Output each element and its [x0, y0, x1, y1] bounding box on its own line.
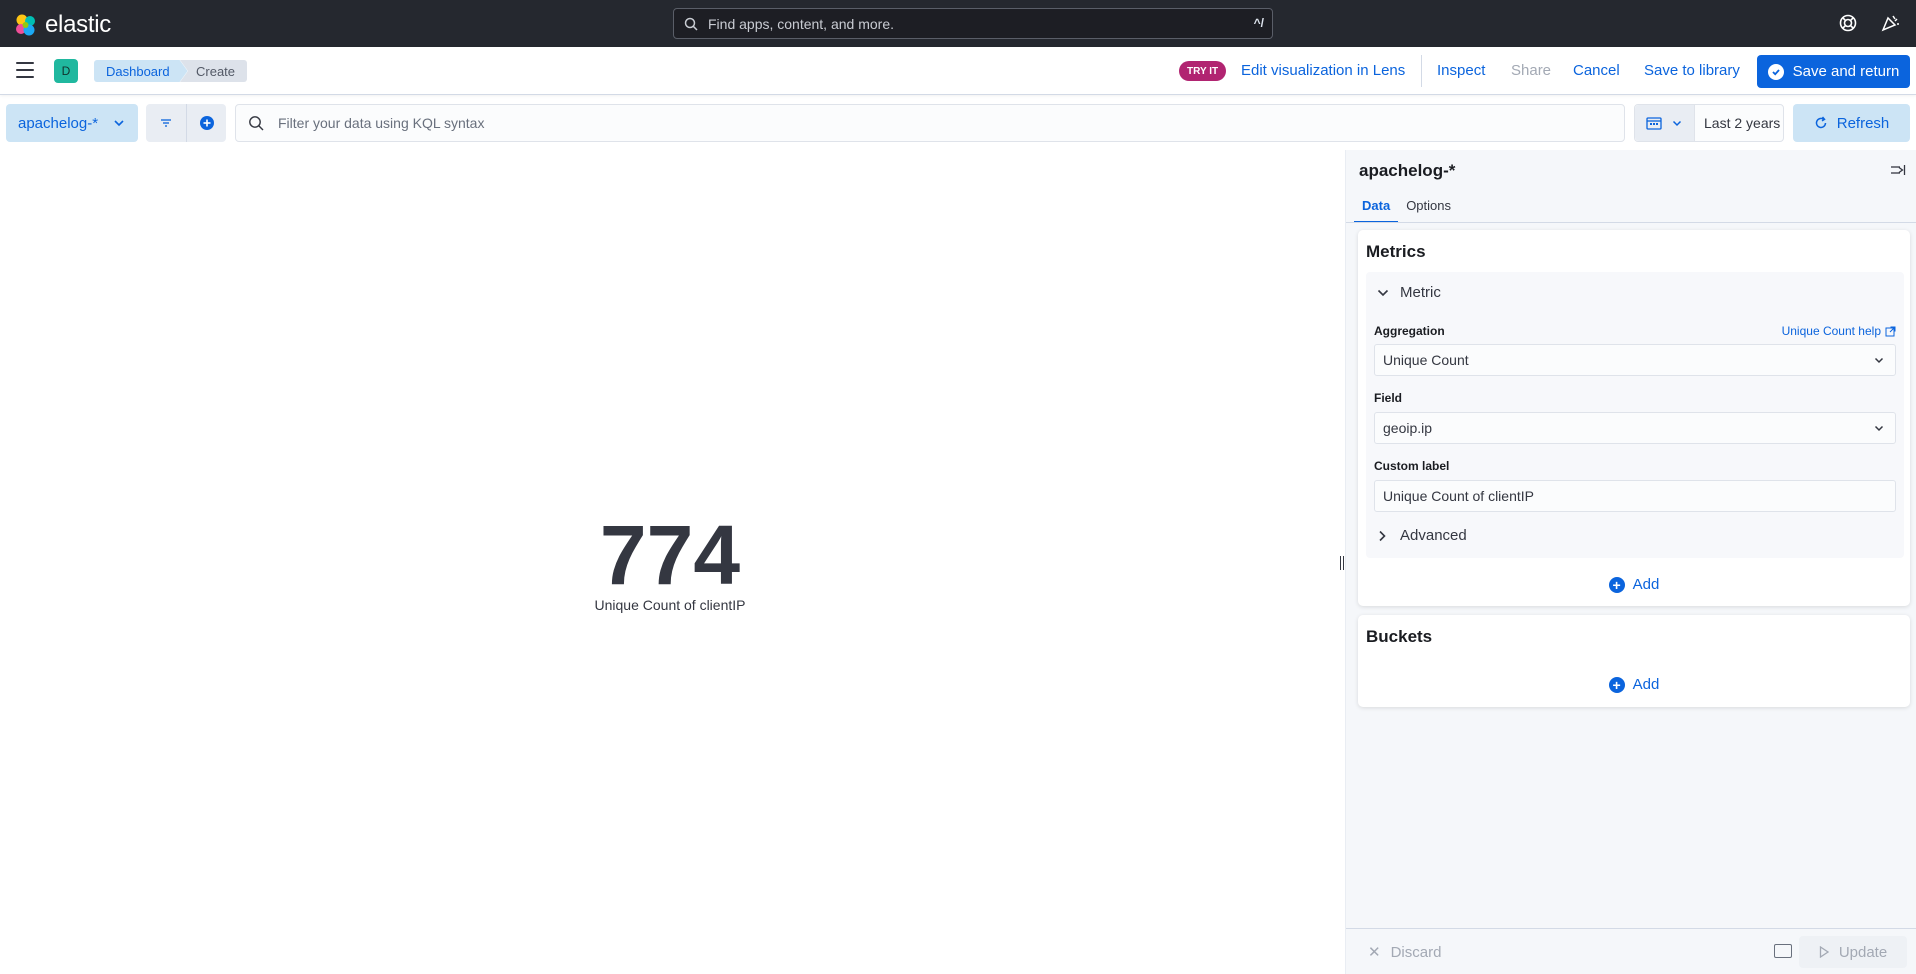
aggregation-select[interactable]: Unique Count [1374, 344, 1896, 376]
chevron-down-icon [1672, 120, 1682, 127]
cancel-link[interactable]: Cancel [1573, 60, 1620, 82]
metric-label: Unique Count of clientIP [594, 597, 746, 613]
metrics-panel: Metrics Metric Aggregation Unique Count … [1358, 230, 1910, 606]
play-icon [1819, 946, 1829, 958]
chevron-right-icon [1379, 530, 1386, 541]
newsfeed-icon[interactable] [1880, 13, 1902, 35]
search-shortcut: ^/ [1253, 16, 1264, 30]
add-metric-label: Add [1632, 576, 1660, 593]
help-icon[interactable] [1838, 13, 1860, 35]
sidebar-footer: ✕ Discard Update [1346, 928, 1916, 974]
brand-name: elastic [45, 11, 111, 38]
advanced-label: Advanced [1400, 527, 1467, 544]
app-navbar: D Dashboard Create TRY IT Edit visualiza… [0, 47, 1916, 95]
unique-count-help-link[interactable]: Unique Count help [1782, 324, 1896, 338]
custom-label-value: Unique Count of clientIP [1383, 488, 1534, 504]
nav-divider [1421, 55, 1422, 87]
sidebar-title: apachelog-* [1359, 161, 1456, 180]
field-value: geoip.ip [1383, 420, 1433, 436]
filter-menu-button[interactable] [146, 104, 186, 142]
date-range-label: Last 2 years [1704, 115, 1781, 131]
add-metric-button[interactable]: + Add [1358, 576, 1910, 593]
save-to-library-link[interactable]: Save to library [1644, 60, 1740, 82]
chevron-down-icon [1377, 289, 1389, 296]
update-label: Update [1838, 943, 1888, 961]
add-filter-button[interactable] [186, 104, 226, 142]
metric-accordion-label: Metric [1400, 284, 1441, 301]
collapse-sidebar-icon[interactable] [1890, 162, 1906, 178]
plus-circle-icon: + [1608, 576, 1625, 593]
calendar-icon [1646, 117, 1662, 130]
menu-toggle-icon[interactable] [16, 62, 34, 78]
chevron-down-icon [114, 120, 124, 127]
metric-accordion-toggle[interactable]: Metric [1376, 284, 1441, 301]
breadcrumb-dashboard[interactable]: Dashboard [94, 60, 188, 82]
advanced-toggle[interactable]: Advanced [1376, 527, 1467, 544]
discard-label: Discard [1390, 943, 1442, 961]
custom-label-input[interactable]: Unique Count of clientIP [1374, 480, 1896, 512]
field-label: Field [1374, 391, 1403, 405]
aggregation-value: Unique Count [1383, 352, 1469, 368]
help-link-label: Unique Count help [1781, 324, 1881, 338]
search-placeholder: Find apps, content, and more. [708, 15, 894, 32]
metric-agg-editor: Metric Aggregation Unique Count help Uni… [1366, 272, 1904, 558]
search-icon [684, 17, 698, 31]
plus-circle-icon [199, 116, 214, 130]
refresh-button[interactable]: Refresh [1793, 104, 1910, 142]
aggregation-label: Aggregation [1374, 324, 1445, 338]
tabs-divider [1346, 222, 1916, 223]
filter-icon [161, 119, 171, 127]
global-header: elastic Find apps, content, and more. ^/ [0, 0, 1916, 47]
kql-query-input[interactable]: Filter your data using KQL syntax [235, 104, 1625, 142]
external-link-icon [1885, 326, 1896, 336]
edit-in-lens-link[interactable]: Edit visualization in Lens [1241, 60, 1405, 82]
save-and-return-button[interactable]: Save and return [1757, 55, 1910, 88]
data-view-picker[interactable]: apachelog-* [6, 104, 138, 142]
tab-data[interactable]: Data [1354, 192, 1399, 223]
global-search-input[interactable]: Find apps, content, and more. ^/ [673, 8, 1273, 39]
update-button[interactable]: Update [1799, 936, 1907, 968]
search-icon [249, 116, 264, 131]
buckets-panel: Buckets + Add [1358, 615, 1910, 707]
visualization-canvas: 774 Unique Count of clientIP [0, 150, 1344, 974]
inspect-link[interactable]: Inspect [1437, 60, 1485, 82]
check-icon [1767, 63, 1784, 80]
refresh-label: Refresh [1836, 114, 1890, 132]
refresh-icon [1815, 116, 1826, 129]
add-bucket-button[interactable]: + Add [1358, 676, 1910, 693]
custom-label-label: Custom label [1374, 459, 1450, 473]
query-bar: apachelog-* Filter your data using KQL s… [0, 95, 1916, 150]
try-it-badge: TRY IT [1179, 61, 1227, 81]
keyboard-icon[interactable] [1774, 944, 1792, 958]
elastic-logo-icon [16, 14, 35, 36]
add-bucket-label: Add [1632, 676, 1660, 693]
metrics-title: Metrics [1366, 242, 1426, 261]
plus-circle-icon: + [1608, 676, 1625, 693]
quick-menu-button[interactable] [1635, 105, 1695, 141]
discard-button[interactable]: ✕ Discard [1368, 943, 1442, 962]
metric-value: 774 [599, 508, 741, 602]
breadcrumb-create: Create [180, 60, 248, 82]
space-avatar[interactable]: D [54, 59, 78, 83]
save-and-return-label: Save and return [1792, 63, 1900, 80]
buckets-title: Buckets [1366, 627, 1433, 646]
date-picker[interactable]: Last 2 years [1634, 104, 1784, 142]
kql-placeholder: Filter your data using KQL syntax [278, 115, 485, 131]
share-link[interactable]: Share [1511, 60, 1551, 82]
data-view-label: apachelog-* [18, 114, 99, 132]
editor-sidebar: apachelog-* Data Options Metrics Metric … [1345, 150, 1916, 974]
field-select[interactable]: geoip.ip [1374, 412, 1896, 444]
chevron-down-icon [1874, 357, 1884, 364]
tab-options[interactable]: Options [1398, 192, 1459, 223]
close-icon: ✕ [1368, 944, 1381, 961]
elastic-logo[interactable]: elastic [14, 11, 111, 39]
sidebar-tabs: Data Options [1354, 192, 1459, 223]
chevron-down-icon [1874, 425, 1884, 432]
